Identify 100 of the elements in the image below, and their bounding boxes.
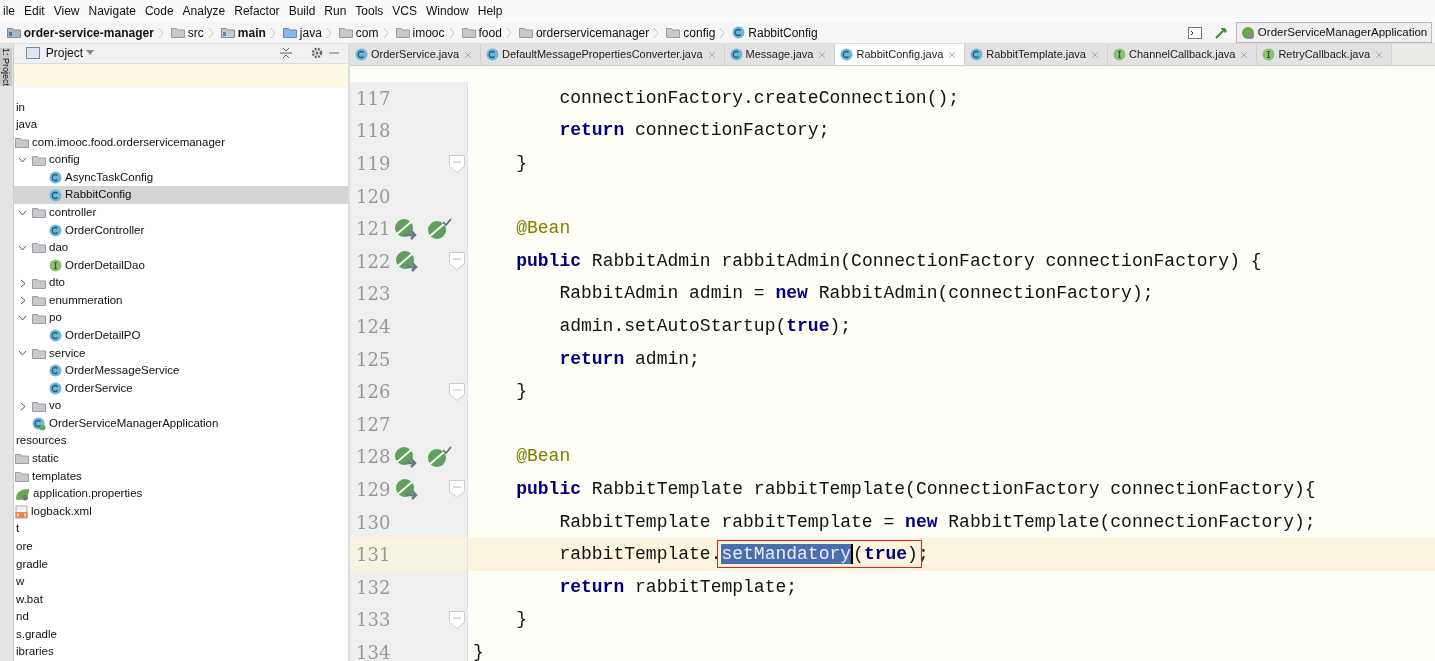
tree-item[interactable]: s.gradle [14,625,348,644]
tree-item[interactable]: OrderDetailPO [14,327,348,345]
tree-item[interactable]: dto [14,274,348,292]
breadcrumb-item[interactable]: src [187,21,204,44]
run-configuration-dropdown[interactable]: OrderServiceManagerApplication [1235,21,1433,44]
folder-icon [461,27,476,38]
tree-item[interactable]: java [14,116,348,134]
tree-item[interactable]: application.properties [14,485,348,503]
menu-item[interactable]: Edit [21,0,51,22]
breadcrumb-item[interactable]: config [683,21,716,44]
line-number: 133 [355,608,392,633]
code-text: return connectionFactory; [558,120,830,141]
close-icon [464,50,473,59]
tree-item[interactable]: static [14,450,348,468]
menu-item[interactable]: Build [285,0,322,22]
tree-item[interactable]: OrderDetailDao [14,256,348,275]
menu-item[interactable]: Navigate [85,0,142,22]
panel-title[interactable]: Project [45,44,84,63]
line-number: 120 [355,184,392,209]
tree-item[interactable]: RabbitConfig [14,186,348,204]
code-text: } [515,153,527,173]
tree-item[interactable]: in [14,98,348,117]
tree-item[interactable]: enummeration [14,291,348,310]
breadcrumb-item[interactable]: food [478,21,502,44]
tree-item[interactable]: logback.xml [14,502,348,521]
menu-item[interactable]: ile [0,0,21,22]
fold-marker-icon [449,252,465,271]
class-icon [49,364,62,378]
tree-item[interactable]: OrderController [14,221,348,240]
tool-window-label[interactable]: 1: Project [0,48,12,87]
tree-item[interactable]: dao [14,239,348,257]
leaf-icon [15,487,30,501]
terminal-icon [1187,26,1202,39]
tree-item[interactable]: nd [14,608,348,626]
breadcrumb-item[interactable]: orderservicemanager [535,21,650,44]
breadcrumb-item[interactable]: main [237,21,266,44]
tree-item[interactable]: OrderServiceManagerApplication [14,414,348,433]
folder-icon [395,27,410,38]
menu-item[interactable]: View [50,0,86,22]
menu-item[interactable]: Code [141,0,180,22]
tree-item[interactable]: w [14,573,348,591]
tree-item[interactable]: templates [14,467,348,486]
menu-item[interactable]: Refactor [231,0,286,22]
line-number: 125 [355,347,392,372]
breadcrumb-item[interactable]: java [299,21,322,44]
menu-item[interactable]: Window [423,0,475,22]
chevron-right-icon [207,26,214,39]
tree-item[interactable]: ore [14,537,348,556]
tree-item[interactable]: com.imooc.food.orderservicemanager [14,133,348,152]
tree-item[interactable]: gradle [14,555,348,574]
chevron-down-icon [18,209,27,216]
tree-item[interactable]: po [14,309,348,327]
line-number: 119 [355,152,392,176]
tree-item[interactable]: config [14,151,348,169]
file-tab[interactable]: RabbitTemplate.java [965,44,1108,65]
breadcrumb-item[interactable]: imooc [412,21,445,44]
tree-item[interactable]: OrderMessageService [14,362,348,380]
line-number: 129 [355,477,392,502]
tree-item[interactable]: service [14,344,348,363]
tree-item[interactable]: resources [14,432,348,451]
menu-item[interactable]: Run [321,0,353,22]
code-text: admin.setAutoStartup(true); [558,315,852,336]
menu-item[interactable]: Tools [352,0,390,22]
tree-item[interactable]: AsyncTaskConfig [14,168,348,187]
folder-icon [32,154,46,166]
folder-icon [32,242,46,254]
file-tab[interactable]: Message.java [724,44,836,65]
class-icon [486,48,500,61]
line-number: 128 [355,445,392,470]
menu-item[interactable]: Help [474,0,509,22]
file-tab[interactable]: ChannelCallback.java [1108,44,1258,65]
settings-icon [311,47,324,60]
tree-item[interactable]: controller [14,203,348,222]
breadcrumb-item[interactable]: order-service-manager [23,21,154,44]
breadcrumb-item[interactable]: com [355,21,379,44]
menu-item[interactable]: Analyze [179,0,232,22]
file-tab[interactable]: OrderService.java [350,44,482,65]
menu-item[interactable]: VCS [389,0,424,22]
breadcrumb-item[interactable]: RabbitConfig [748,21,818,44]
tree-item[interactable]: ibraries [14,643,348,661]
tree-item[interactable]: vo [14,397,348,415]
class-icon [49,171,62,185]
file-tab[interactable]: RabbitConfig.java [835,44,966,65]
code-text: } [515,381,527,402]
class-icon [840,48,854,61]
folder-icon [32,400,46,412]
file-tab[interactable]: RetryCallback.java [1257,44,1393,65]
code-text: } [515,609,527,630]
code-text: RabbitAdmin admin = new RabbitAdmin(connectionFactory); [558,283,1154,304]
module-folder-icon [6,27,21,38]
tree-item[interactable]: w.bat [14,590,348,609]
tree-item[interactable]: OrderService [14,379,348,398]
interface-icon [1113,48,1126,61]
file-tab[interactable]: DefaultMessagePropertiesConverter.java [481,44,725,65]
close-icon [818,50,827,59]
tree-item[interactable]: t [14,520,348,538]
close-icon [948,50,957,59]
code-text: public RabbitAdmin rabbitAdmin(ConnectionFactory connectionFactory) { [515,250,1262,271]
line-number: 131 [355,543,392,568]
interface-icon [1262,48,1276,61]
